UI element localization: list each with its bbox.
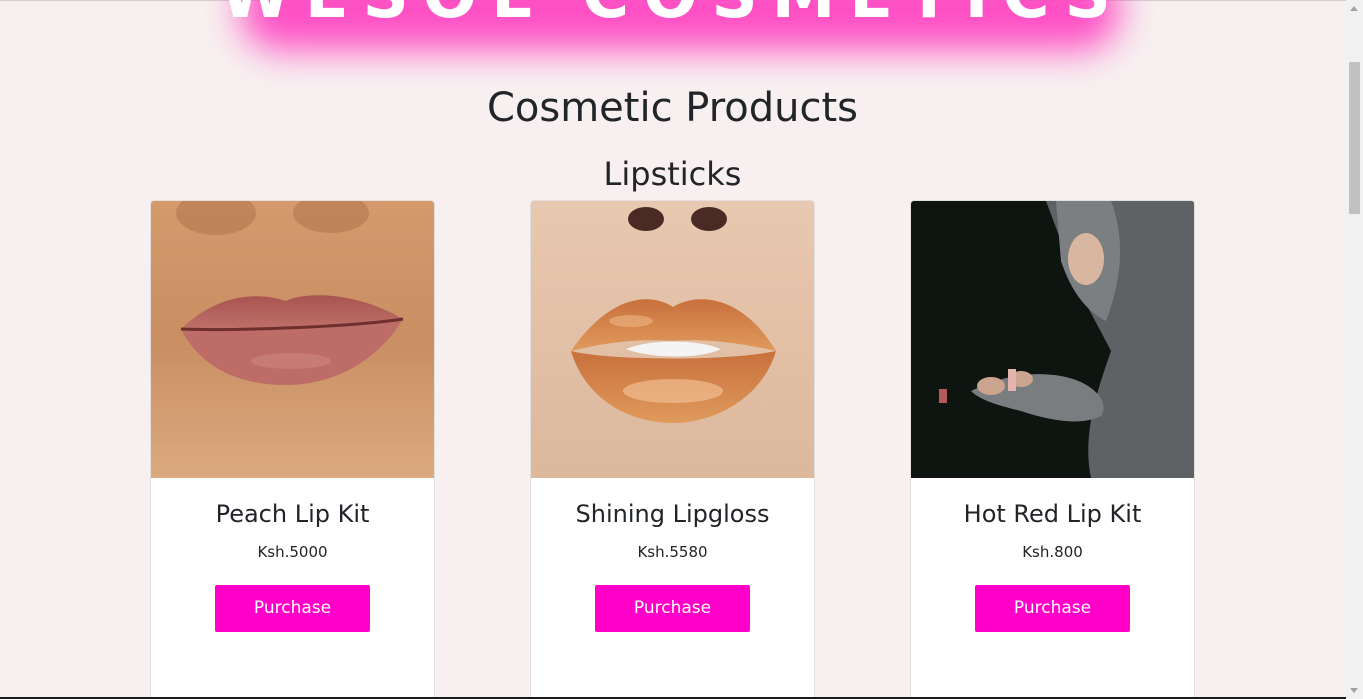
vertical-scrollbar[interactable] [1346,0,1363,699]
product-card-hot-red-lip-kit: Hot Red Lip Kit Ksh.800 Purchase [910,200,1195,699]
product-image-woman-applying-lipgloss [911,201,1194,478]
product-image-peach-lips [151,201,434,478]
purchase-button-shining-lipgloss[interactable]: Purchase [595,585,750,632]
product-image-glossy-lips [531,201,814,478]
brand-banner: WESOL COSMETICS [0,0,1345,50]
purchase-button-peach-lip-kit[interactable]: Purchase [215,585,370,632]
purchase-button-hot-red-lip-kit[interactable]: Purchase [975,585,1130,632]
scrollbar-thumb[interactable] [1349,62,1360,214]
scroll-down-arrow-icon[interactable] [1350,688,1358,693]
product-name: Peach Lip Kit [215,500,370,528]
product-name: Shining Lipgloss [575,500,770,528]
product-price: Ksh.800 [1022,543,1083,561]
product-price: Ksh.5580 [637,543,708,561]
scroll-up-arrow-icon[interactable] [1350,6,1358,11]
page: WESOL COSMETICS Cosmetic Products Lipsti… [0,0,1363,699]
section-title-lipsticks: Lipsticks [603,155,742,193]
card-body: Hot Red Lip Kit Ksh.800 Purchase [911,498,1194,632]
card-body: Shining Lipgloss Ksh.5580 Purchase [531,498,814,632]
product-name: Hot Red Lip Kit [963,500,1142,528]
product-card-shining-lipgloss: Shining Lipgloss Ksh.5580 Purchase [530,200,815,699]
page-title: Cosmetic Products [486,85,859,131]
card-body: Peach Lip Kit Ksh.5000 Purchase [151,498,434,632]
product-card-peach-lip-kit: Peach Lip Kit Ksh.5000 Purchase [150,200,435,699]
brand-title: WESOL COSMETICS [0,0,1345,36]
product-price: Ksh.5000 [257,543,328,561]
